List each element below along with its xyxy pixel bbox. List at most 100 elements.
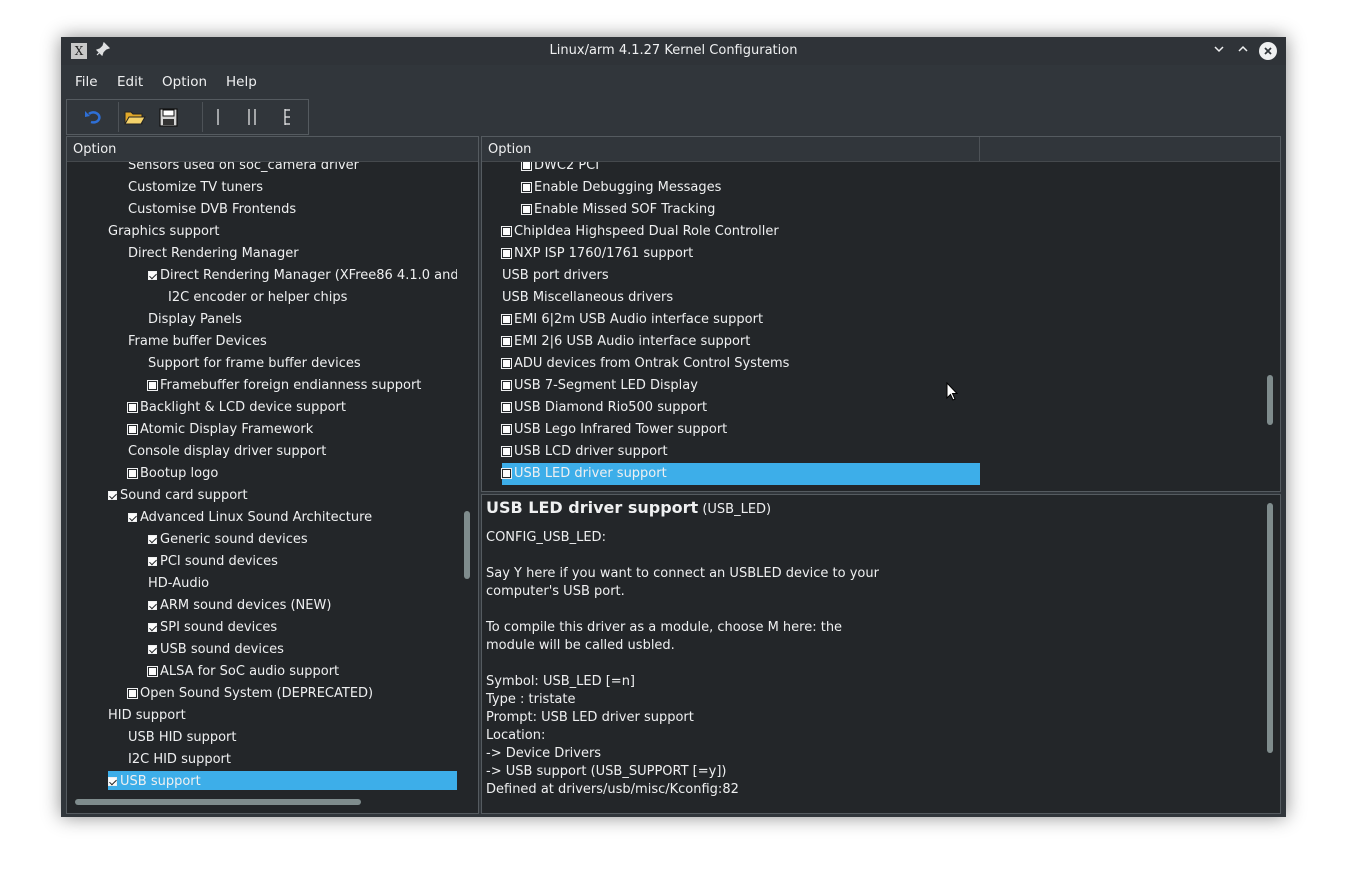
left-row[interactable]: Frame buffer Devices [128,331,267,353]
unchecked-checkbox[interactable] [127,402,138,413]
right-row[interactable]: USB Diamond Rio500 support [501,397,707,419]
left-row[interactable]: Open Sound System (DEPRECATED) [127,683,373,705]
left-row[interactable]: HD-Audio [148,573,209,595]
unchecked-checkbox[interactable] [521,182,532,193]
left-row[interactable]: Generic sound devices [148,529,308,551]
unchecked-checkbox[interactable] [521,162,532,171]
right-row[interactable]: EMI 2|6 USB Audio interface support [501,331,750,353]
right-row[interactable]: NXP ISP 1760/1761 support [501,243,693,265]
help-line: -> Device Drivers [486,746,602,761]
save-button[interactable] [153,102,185,132]
checked-checkbox[interactable] [148,645,157,654]
left-row[interactable]: Customise DVB Frontends [128,199,296,221]
minimize-button[interactable] [1210,42,1228,60]
unchecked-checkbox[interactable] [501,248,512,259]
right-row-label: USB port drivers [502,268,609,283]
left-tree-view[interactable]: Option Sensors used on soc_camera driver… [66,136,479,814]
left-row[interactable]: Display Panels [148,309,242,331]
menu-help[interactable]: Help [226,74,257,90]
right-row[interactable]: Enable Debugging Messages [521,177,721,199]
full-view-button[interactable] [272,102,304,132]
unchecked-checkbox[interactable] [521,204,532,215]
checked-checkbox[interactable] [148,601,157,610]
right-row[interactable]: Enable Missed SOF Tracking [521,199,715,221]
right-row[interactable]: USB port drivers [502,265,609,287]
left-row[interactable]: Sound card support [108,485,248,507]
right-column-header[interactable]: Option [482,137,1280,162]
checked-checkbox[interactable] [148,271,157,280]
right-row[interactable]: USB Miscellaneous drivers [502,287,673,309]
left-row[interactable]: Sensors used on soc_camera driver [128,162,359,177]
left-row[interactable]: Backlight & LCD device support [127,397,346,419]
right-row[interactable]: USB Lego Infrared Tower support [501,419,727,441]
left-row[interactable]: ARM sound devices (NEW) [148,595,331,617]
right-row[interactable]: USB LED driver support [501,463,980,485]
left-column-header[interactable]: Option [67,137,478,162]
left-row-label: Frame buffer Devices [128,334,267,349]
right-row[interactable]: DWC2 PCI [521,162,599,177]
unchecked-checkbox[interactable] [501,402,512,413]
unchecked-checkbox[interactable] [501,424,512,435]
right-row[interactable]: USB LCD driver support [501,441,668,463]
single-view-button[interactable] [202,102,235,132]
left-row[interactable]: SPI sound devices [148,617,277,639]
unchecked-checkbox[interactable] [127,424,138,435]
checked-checkbox[interactable] [108,777,117,786]
left-row[interactable]: I2C HID support [128,749,231,771]
unchecked-checkbox[interactable] [147,380,158,391]
maximize-button[interactable] [1234,42,1252,60]
left-row[interactable]: Console display driver support [128,441,326,463]
split-view-button[interactable] [237,102,269,132]
column-divider[interactable] [979,137,980,161]
left-row[interactable]: Customize TV tuners [128,177,263,199]
menu-option[interactable]: Option [162,74,207,90]
left-vertical-scrollbar[interactable] [464,511,470,579]
left-row[interactable]: HID support [108,705,186,727]
left-row[interactable]: Graphics support [108,221,219,243]
right-row[interactable]: EMI 6|2m USB Audio interface support [501,309,763,331]
left-row[interactable]: Bootup logo [127,463,218,485]
left-row[interactable]: Direct Rendering Manager [128,243,299,265]
unchecked-checkbox[interactable] [501,358,512,369]
unchecked-checkbox[interactable] [127,688,138,699]
left-row[interactable]: Advanced Linux Sound Architecture [128,507,372,529]
left-row[interactable]: USB HID support [128,727,236,749]
checked-checkbox[interactable] [148,557,157,566]
right-row[interactable]: ChipIdea Highspeed Dual Role Controller [501,221,779,243]
open-folder-icon [124,111,146,125]
checked-checkbox[interactable] [108,491,117,500]
checked-checkbox[interactable] [128,513,137,522]
help-vertical-scrollbar[interactable] [1267,503,1273,753]
unchecked-checkbox[interactable] [501,226,512,237]
left-row[interactable]: Support for frame buffer devices [148,353,361,375]
left-row[interactable]: USB sound devices [148,639,284,661]
left-row[interactable]: PCI sound devices [148,551,278,573]
unchecked-checkbox[interactable] [501,380,512,391]
open-button[interactable] [118,102,151,132]
unchecked-checkbox[interactable] [501,468,512,479]
right-row[interactable]: ADU devices from Ontrak Control Systems [501,353,789,375]
undo-button[interactable] [79,102,111,132]
left-row[interactable]: Framebuffer foreign endianness support [147,375,421,397]
left-row[interactable]: Atomic Display Framework [127,419,313,441]
unchecked-checkbox[interactable] [501,446,512,457]
right-tree-view[interactable]: Option DWC2 PCI Enable Debugging Messages… [481,136,1281,492]
close-button[interactable] [1259,42,1277,60]
unchecked-checkbox[interactable] [501,336,512,347]
left-row[interactable]: ALSA for SoC audio support [147,661,339,683]
unchecked-checkbox[interactable] [147,666,158,677]
title-bar[interactable]: X Linux/arm 4.1.27 Kernel Configuration [61,37,1286,65]
unchecked-checkbox[interactable] [501,314,512,325]
left-row[interactable]: Direct Rendering Manager (XFree86 4.1.0 … [148,265,457,287]
checked-checkbox[interactable] [148,535,157,544]
left-horizontal-scrollbar[interactable] [75,799,361,805]
left-row[interactable]: USB support [108,771,457,790]
unchecked-checkbox[interactable] [127,468,138,479]
right-row[interactable]: USB 7-Segment LED Display [501,375,698,397]
menu-file[interactable]: File [75,74,98,90]
left-row[interactable]: I2C encoder or helper chips [168,287,347,309]
checked-checkbox[interactable] [148,623,157,632]
help-line: CONFIG_USB_LED: [486,530,606,545]
menu-edit[interactable]: Edit [117,74,143,90]
right-vertical-scrollbar[interactable] [1267,375,1273,425]
